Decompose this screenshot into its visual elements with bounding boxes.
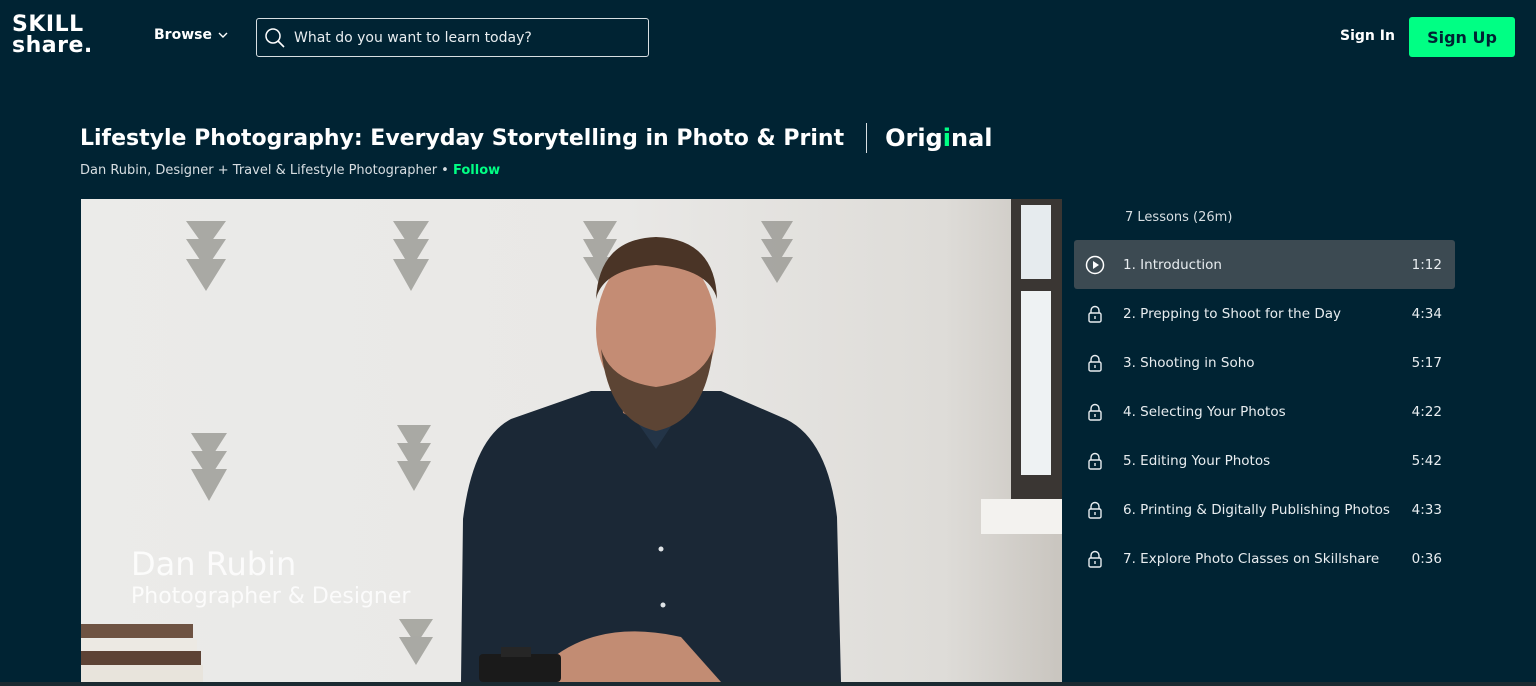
sign-up-button[interactable]: Sign Up bbox=[1409, 17, 1515, 57]
lesson-title: 7. Explore Photo Classes on Skillshare bbox=[1123, 550, 1380, 567]
search-input[interactable] bbox=[294, 29, 634, 46]
search-box[interactable] bbox=[256, 18, 649, 57]
lesson-title: 5. Editing Your Photos bbox=[1123, 452, 1271, 469]
lesson-duration: 1:12 bbox=[1411, 256, 1442, 273]
caption-name: Dan Rubin bbox=[131, 545, 297, 583]
lock-icon bbox=[1088, 550, 1102, 568]
video-player[interactable]: Dan Rubin Photographer & Designer bbox=[81, 199, 1062, 682]
browse-menu[interactable]: Browse bbox=[154, 27, 229, 43]
browse-label: Browse bbox=[154, 27, 212, 43]
lesson-item-7[interactable]: 7. Explore Photo Classes on Skillshare 0… bbox=[1074, 534, 1455, 583]
sign-in-link[interactable]: Sign In bbox=[1340, 28, 1395, 44]
lesson-title: 4. Selecting Your Photos bbox=[1123, 403, 1286, 420]
logo-line-2: share. bbox=[12, 33, 93, 58]
course-title: Lifestyle Photography: Everyday Storytel… bbox=[80, 125, 845, 151]
lesson-item-4[interactable]: 4. Selecting Your Photos 4:22 bbox=[1074, 387, 1455, 436]
chevron-down-icon bbox=[218, 32, 228, 38]
lesson-duration: 4:22 bbox=[1411, 403, 1442, 420]
caption-role: Photographer & Designer bbox=[131, 584, 411, 609]
lock-icon bbox=[1088, 354, 1102, 372]
lock-icon bbox=[1088, 305, 1102, 323]
lesson-duration: 4:34 bbox=[1411, 305, 1442, 322]
video-caption: Dan Rubin Photographer & Designer bbox=[131, 545, 410, 611]
lesson-title: 3. Shooting in Soho bbox=[1123, 354, 1255, 371]
teacher-name: Dan Rubin, Designer + Travel & Lifestyle… bbox=[80, 163, 449, 178]
lock-icon bbox=[1088, 501, 1102, 519]
lessons-count: 7 Lessons (26m) bbox=[1125, 210, 1233, 225]
lesson-item-1[interactable]: 1. Introduction 1:12 bbox=[1074, 240, 1455, 289]
top-nav: SKILL share. Browse Sign In Sign Up bbox=[0, 0, 1536, 76]
original-badge: Original bbox=[885, 124, 992, 152]
original-badge-start: Orig bbox=[885, 124, 943, 152]
course-title-row: Lifestyle Photography: Everyday Storytel… bbox=[80, 120, 993, 156]
lesson-duration: 0:36 bbox=[1411, 550, 1442, 567]
lesson-item-6[interactable]: 6. Printing & Digitally Publishing Photo… bbox=[1074, 485, 1455, 534]
lesson-item-5[interactable]: 5. Editing Your Photos 5:42 bbox=[1074, 436, 1455, 485]
lesson-title: 2. Prepping to Shoot for the Day bbox=[1123, 305, 1341, 322]
follow-button[interactable]: Follow bbox=[453, 163, 500, 178]
lesson-title: 6. Printing & Digitally Publishing Photo… bbox=[1123, 501, 1390, 518]
lesson-duration: 5:17 bbox=[1411, 354, 1442, 371]
title-divider bbox=[866, 123, 868, 153]
search-icon bbox=[265, 27, 285, 48]
lesson-item-2[interactable]: 2. Prepping to Shoot for the Day 4:34 bbox=[1074, 289, 1455, 338]
bottom-edge bbox=[0, 682, 1536, 686]
skillshare-logo[interactable]: SKILL share. bbox=[12, 12, 93, 58]
original-badge-dot: i bbox=[942, 124, 951, 152]
lock-icon bbox=[1088, 403, 1102, 421]
logo-line-1: SKILL bbox=[12, 12, 84, 37]
original-badge-end: nal bbox=[950, 124, 993, 152]
play-icon bbox=[1085, 255, 1105, 274]
teacher-info: Dan Rubin, Designer + Travel & Lifestyle… bbox=[80, 163, 500, 178]
lesson-duration: 4:33 bbox=[1411, 501, 1442, 518]
lesson-item-3[interactable]: 3. Shooting in Soho 5:17 bbox=[1074, 338, 1455, 387]
lock-icon bbox=[1088, 452, 1102, 470]
lesson-title: 1. Introduction bbox=[1123, 256, 1222, 273]
lesson-duration: 5:42 bbox=[1411, 452, 1442, 469]
